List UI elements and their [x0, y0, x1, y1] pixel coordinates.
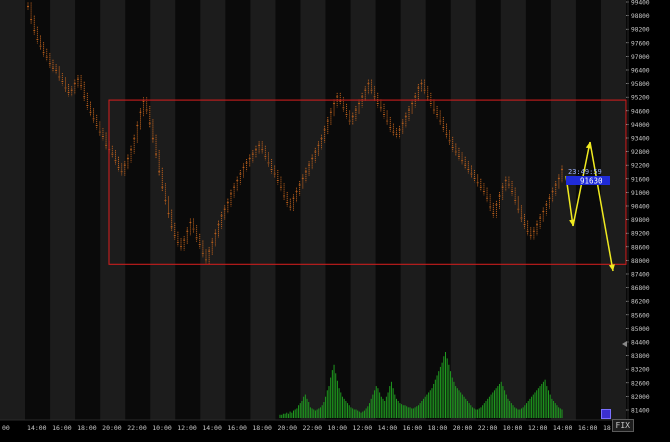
price-tick-label: 97000 [631, 54, 650, 61]
price-tick-label: 83200 [631, 367, 650, 374]
time-tick-label: 22:00 [127, 424, 147, 432]
price-tick-label: 85600 [631, 312, 650, 319]
time-tick-label: 14:00 [27, 424, 47, 432]
time-band [550, 0, 577, 420]
chart-canvas[interactable]: 23:49:5991630 99400 98800 98200 97600 97000 96… [0, 0, 670, 438]
time-tick-label: 16:00 [578, 424, 598, 432]
time-band [575, 0, 602, 420]
price-tick-label: 91600 [631, 176, 650, 183]
time-band [175, 0, 201, 420]
time-tick-label: 10:00 [328, 424, 348, 432]
price-tick-label: 88000 [631, 258, 650, 265]
price-tick-label: 90400 [631, 204, 650, 211]
time-band [50, 0, 76, 420]
annotation-time: 23:49:59 [568, 168, 602, 176]
time-band [350, 0, 376, 420]
time-tick-label: 18:00 [252, 424, 272, 432]
time-tick-label: 22:00 [478, 424, 498, 432]
time-tick-label: 20:00 [277, 424, 297, 432]
price-tick-label: 81400 [631, 408, 650, 415]
time-band [400, 0, 426, 420]
price-tick-label: 94600 [631, 108, 650, 115]
price-tick-label: 86800 [631, 285, 650, 292]
time-band [475, 0, 502, 420]
time-band [525, 0, 552, 420]
time-tick-label: 10:00 [152, 424, 172, 432]
time-tick-label: 10:00 [503, 424, 523, 432]
price-tick-label: 95800 [631, 81, 650, 88]
time-band [275, 0, 301, 420]
price-tick-label: 99400 [631, 0, 650, 7]
time-tick-label: 00 [2, 424, 10, 432]
time-band [250, 0, 276, 420]
time-tick-label: 12:00 [528, 424, 548, 432]
time-band [375, 0, 401, 420]
price-tick-label: 86200 [631, 299, 650, 306]
time-tick-label: 18:00 [428, 424, 448, 432]
time-tick-label: 16:00 [52, 424, 72, 432]
time-tick-label: 14:00 [202, 424, 222, 432]
time-band [75, 0, 101, 420]
time-tick-label: 12:00 [353, 424, 373, 432]
price-tick-label: 89200 [631, 231, 650, 238]
time-band [100, 0, 126, 420]
price-tick-label: 96400 [631, 68, 650, 75]
price-tick-label: 93400 [631, 136, 650, 143]
price-tick-label: 84400 [631, 340, 650, 347]
time-band [225, 0, 251, 420]
price-tick-label: 82000 [631, 394, 650, 401]
time-band [500, 0, 527, 420]
time-band [300, 0, 326, 420]
price-tick-label: 91000 [631, 190, 650, 197]
time-tick-label: 22:00 [302, 424, 322, 432]
price-tick-label: 88600 [631, 244, 650, 251]
price-tick-label: 94000 [631, 122, 650, 129]
time-band [450, 0, 477, 420]
time-band [425, 0, 452, 420]
price-tick-label: 98800 [631, 13, 650, 20]
time-tick-label: 20:00 [102, 424, 122, 432]
fix-button[interactable]: FIX [611, 419, 634, 432]
price-tick-label: 95200 [631, 95, 650, 102]
price-tick-label: 87400 [631, 272, 650, 279]
time-tick-label: 18:00 [77, 424, 97, 432]
time-tick-label: 16:00 [403, 424, 423, 432]
time-tick-label: 16:00 [227, 424, 247, 432]
price-tick-label: 97600 [631, 40, 650, 47]
time-tick-label: 20:00 [453, 424, 473, 432]
price-chart[interactable]: 23:49:59 91630 99400 98800 98200 97600 97000 96… [0, 0, 670, 438]
price-tick-label: 89800 [631, 217, 650, 224]
time-band [0, 0, 26, 420]
time-tick-label: 14:00 [378, 424, 398, 432]
price-tick-label: 92800 [631, 149, 650, 156]
time-tick-label: 12:00 [177, 424, 197, 432]
time-band [600, 0, 627, 420]
price-tick-label: 92200 [631, 163, 650, 170]
time-band [325, 0, 351, 420]
scroll-to-end-icon[interactable] [601, 409, 611, 419]
time-band [200, 0, 226, 420]
price-tick-label: 83800 [631, 353, 650, 360]
time-tick-label: 14:00 [553, 424, 573, 432]
time-band [125, 0, 151, 420]
time-band [25, 0, 51, 420]
price-tick-label: 82600 [631, 380, 650, 387]
price-tick-label: 85000 [631, 326, 650, 333]
current-price-label: 91630 [580, 177, 603, 186]
price-tick-label: 98200 [631, 27, 650, 34]
